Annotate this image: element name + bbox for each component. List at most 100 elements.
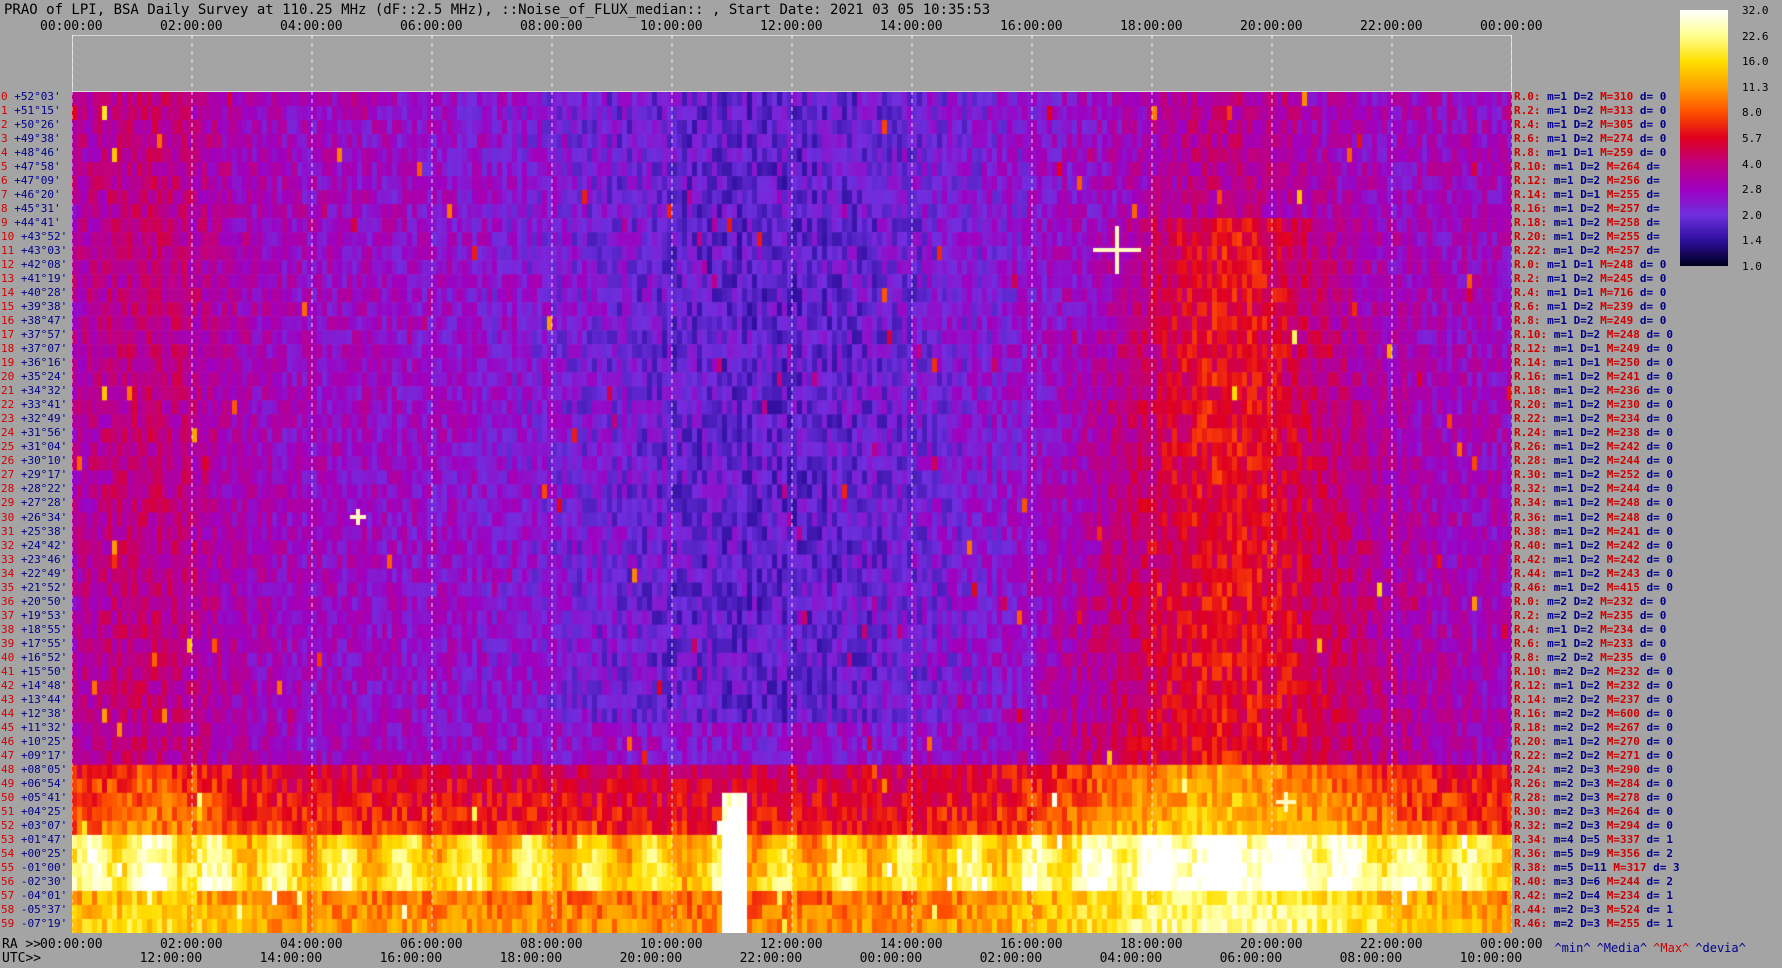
colorbar bbox=[1680, 10, 1728, 266]
row-stat: R.42: m=1 D=2 M=242 d= 0 bbox=[1514, 554, 1673, 565]
declination-value: +39°38' bbox=[14, 300, 68, 314]
stat-median: D=2 bbox=[1573, 160, 1601, 174]
declination-value: +37°57' bbox=[14, 328, 68, 342]
row-index: 56 bbox=[1, 874, 15, 888]
stats-legend: ^min^ ^Media^ ^Max^ ^devia^ bbox=[1540, 930, 1752, 954]
row-stat: R.22: m=1 D=2 M=257 d= bbox=[1514, 245, 1660, 256]
row-index: 11 bbox=[1, 244, 15, 258]
row-index: 49 bbox=[1, 776, 15, 790]
stat-min: m=3 bbox=[1547, 874, 1574, 888]
stat-median: D=2 bbox=[1573, 244, 1601, 258]
declination-value: +22°49' bbox=[14, 566, 68, 580]
row-stat: R.8: m=2 D=2 M=235 d= 0 bbox=[1514, 652, 1666, 663]
stat-ring: R.2: bbox=[1514, 272, 1541, 286]
stat-dev: d= 3 bbox=[1646, 860, 1680, 874]
row-index: 38 bbox=[1, 622, 15, 636]
declination-value: +27°28' bbox=[14, 496, 68, 510]
row-index: 10 bbox=[1, 230, 15, 244]
declination-label: 40 +16°52' bbox=[1, 652, 67, 663]
declination-label: 28 +28°22' bbox=[1, 483, 67, 494]
stat-ring: R.16: bbox=[1514, 202, 1548, 216]
stat-max: M=243 bbox=[1600, 566, 1640, 580]
stat-ring: R.36: bbox=[1514, 846, 1548, 860]
stat-max: M=249 bbox=[1593, 314, 1634, 328]
stat-min: m=4 bbox=[1547, 832, 1574, 846]
stat-max: M=242 bbox=[1600, 538, 1640, 552]
stat-median: D=1 bbox=[1567, 146, 1594, 160]
declination-label: 58 -05°37' bbox=[1, 904, 67, 915]
declination-label: 51 +04°25' bbox=[1, 806, 67, 817]
stat-dev: d= 0 bbox=[1639, 482, 1673, 496]
row-stat: R.6: m=1 D=2 M=239 d= 0 bbox=[1514, 301, 1666, 312]
stat-max: M=238 bbox=[1600, 426, 1640, 440]
stat-min: m=5 bbox=[1547, 860, 1574, 874]
stat-dev: d= 0 bbox=[1633, 650, 1667, 664]
row-index: 5 bbox=[1, 160, 8, 174]
stat-ring: R.18: bbox=[1514, 720, 1548, 734]
stat-ring: R.20: bbox=[1514, 230, 1548, 244]
row-index: 41 bbox=[1, 664, 15, 678]
stat-dev: d= 0 bbox=[1639, 748, 1673, 762]
stat-min: m=1 bbox=[1540, 314, 1567, 328]
stat-dev: d= 1 bbox=[1639, 916, 1673, 930]
row-index: 14 bbox=[1, 286, 15, 300]
stat-min: m=1 bbox=[1547, 482, 1574, 496]
stat-ring: R.14: bbox=[1514, 692, 1548, 706]
declination-value: +01°47' bbox=[14, 832, 68, 846]
row-index: 42 bbox=[1, 678, 15, 692]
stat-median: D=2 bbox=[1567, 608, 1594, 622]
ra-time-label: 06:00:00 bbox=[400, 937, 463, 952]
declination-value: +37°07' bbox=[14, 342, 68, 356]
top-time-label: 10:00:00 bbox=[640, 19, 703, 34]
row-stat: R.6: m=1 D=2 M=233 d= 0 bbox=[1514, 638, 1666, 649]
declination-label: 12 +42°08' bbox=[1, 259, 67, 270]
stat-median: D=2 bbox=[1573, 398, 1601, 412]
top-time-label: 16:00:00 bbox=[1000, 19, 1063, 34]
row-index: 8 bbox=[1, 202, 8, 216]
row-index: 30 bbox=[1, 510, 15, 524]
stat-median: D=3 bbox=[1573, 790, 1601, 804]
stat-ring: R.34: bbox=[1514, 832, 1548, 846]
stat-dev: d= bbox=[1639, 188, 1660, 202]
stat-median: D=2 bbox=[1573, 216, 1601, 230]
stat-min: m=2 bbox=[1547, 916, 1574, 930]
row-index: 13 bbox=[1, 272, 15, 286]
declination-label: 29 +27°28' bbox=[1, 497, 67, 508]
declination-label: 0 +52°03' bbox=[1, 91, 61, 102]
row-stat: R.28: m=1 D=2 M=244 d= 0 bbox=[1514, 455, 1673, 466]
row-index: 27 bbox=[1, 468, 15, 482]
declination-label: 11 +43°03' bbox=[1, 245, 67, 256]
declination-label: 49 +06°54' bbox=[1, 778, 67, 789]
ra-time-label: 16:00:00 bbox=[1000, 937, 1063, 952]
stat-min: m=2 bbox=[1540, 594, 1567, 608]
row-index: 32 bbox=[1, 538, 15, 552]
stat-median: D=3 bbox=[1573, 776, 1601, 790]
utc-time-label: 20:00:00 bbox=[619, 951, 683, 966]
row-stat: R.38: m=5 D=11 M=317 d= 3 bbox=[1514, 862, 1680, 873]
stat-max: M=255 bbox=[1600, 188, 1640, 202]
declination-label: 10 +43°52' bbox=[1, 231, 67, 242]
row-index: 9 bbox=[1, 216, 8, 230]
stat-max: M=255 bbox=[1600, 230, 1640, 244]
row-stat: R.22: m=1 D=2 M=234 d= 0 bbox=[1514, 413, 1673, 424]
stat-median: D=5 bbox=[1573, 832, 1601, 846]
declination-value: +08°05' bbox=[14, 762, 68, 776]
stat-max: M=250 bbox=[1600, 356, 1640, 370]
stat-dev: d= 0 bbox=[1633, 132, 1667, 146]
stat-max: M=264 bbox=[1600, 804, 1640, 818]
row-index: 51 bbox=[1, 804, 15, 818]
stat-max: M=255 bbox=[1600, 916, 1640, 930]
row-stat: R.24: m=2 D=3 M=290 d= 0 bbox=[1514, 764, 1673, 775]
stat-min: m=1 bbox=[1547, 398, 1574, 412]
declination-value: -01°00' bbox=[14, 860, 68, 874]
colorbar-tick: 32.0 bbox=[1742, 4, 1769, 17]
stat-min: m=5 bbox=[1547, 846, 1574, 860]
colorbar-tick: 8.0 bbox=[1742, 106, 1762, 120]
row-stat: R.24: m=1 D=2 M=238 d= 0 bbox=[1514, 427, 1673, 438]
stat-ring: R.18: bbox=[1514, 384, 1548, 398]
stat-dev: d= 0 bbox=[1639, 328, 1673, 342]
stat-ring: R.0: bbox=[1514, 90, 1541, 103]
legend-min: ^min^ bbox=[1554, 941, 1591, 955]
declination-label: 17 +37°57' bbox=[1, 329, 67, 340]
utc-time-label: 16:00:00 bbox=[379, 951, 443, 966]
